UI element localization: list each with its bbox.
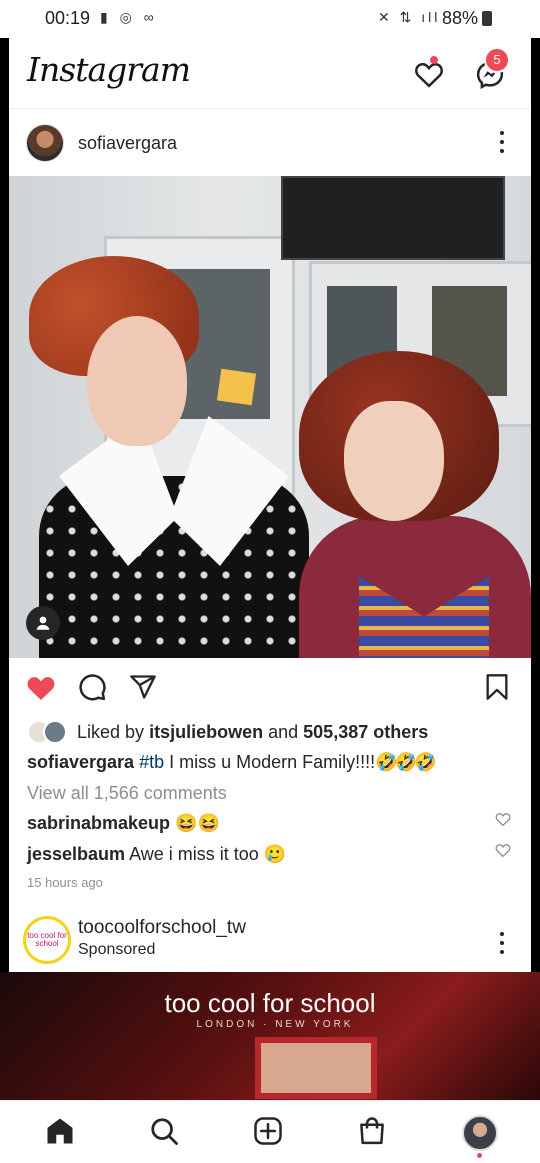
comment-icon <box>79 674 106 701</box>
photo-face <box>87 316 187 446</box>
more-dot <box>500 131 504 135</box>
avatar[interactable] <box>26 124 64 162</box>
post-username[interactable]: sofiavergara <box>78 133 177 154</box>
more-dot <box>500 941 504 945</box>
post-more-button[interactable] <box>499 131 505 153</box>
home-icon <box>47 1118 73 1144</box>
battery-level: 88% <box>442 8 479 28</box>
activity-button[interactable] <box>411 56 447 92</box>
caption-emoji: 🤣🤣🤣 <box>375 752 436 772</box>
shop-icon <box>360 1117 384 1145</box>
bookmark-icon <box>486 674 508 700</box>
heart-filled-icon <box>27 676 55 700</box>
liked-by-row[interactable]: Liked by itsjuliebowen and 505,387 other… <box>27 718 428 746</box>
notification-icons: ▮ ◎ ∞ <box>100 9 158 25</box>
post-header: sofiavergara <box>9 109 531 176</box>
comment-text: 😆😆 <box>175 813 220 833</box>
profile-notification-dot <box>477 1153 482 1158</box>
ad-product <box>255 1037 377 1099</box>
comment-item: sabrinabmakeup 😆😆 <box>27 813 220 834</box>
caption-text: I miss u Modern Family!!!! <box>169 752 376 772</box>
tagged-people-button[interactable] <box>26 606 60 640</box>
post-timestamp: 15 hours ago <box>27 875 103 890</box>
post-image[interactable] <box>9 176 531 658</box>
comment-like-icon[interactable] <box>495 811 511 827</box>
comment-username[interactable]: sabrinabmakeup <box>27 813 170 833</box>
share-icon <box>130 675 156 699</box>
save-button[interactable] <box>483 672 511 702</box>
ad-subtitle: LONDON · NEW YORK <box>196 1019 354 1030</box>
view-all-comments[interactable]: View all 1,566 comments <box>27 783 227 804</box>
liked-by-text: Liked by itsjuliebowen and 505,387 other… <box>77 722 428 743</box>
ad-brand: too cool for school <box>164 988 376 1018</box>
sponsor-avatar[interactable]: too cool for school <box>23 916 71 964</box>
nav-create[interactable] <box>252 1115 284 1147</box>
messages-badge: 5 <box>484 47 510 73</box>
add-icon <box>254 1117 282 1145</box>
like-button[interactable] <box>25 672 57 702</box>
battery-icon <box>482 11 492 26</box>
profile-avatar[interactable] <box>462 1115 498 1151</box>
sponsored-label: Sponsored <box>78 941 156 958</box>
status-time: 00:19 <box>45 8 91 28</box>
app-header: Instagram <box>9 38 531 109</box>
instagram-logo[interactable]: Instagram <box>27 50 191 89</box>
more-dot <box>500 950 504 954</box>
ad-image[interactable]: too cool for school LONDON · NEW YORK <box>0 972 540 1100</box>
comment-item: jesselbaum Awe i miss it too 🥲 <box>27 844 286 865</box>
comment-button[interactable] <box>77 672 107 702</box>
comment-text: Awe i miss it too 🥲 <box>129 844 287 864</box>
post-meta: Liked by itsjuliebowen and 505,387 other… <box>9 718 531 972</box>
more-dot <box>500 932 504 936</box>
photo-sticky-note <box>216 368 257 406</box>
comment-like-icon[interactable] <box>495 842 511 858</box>
photo-face <box>344 401 444 521</box>
sponsor-username[interactable]: toocoolforschool_tw <box>78 917 246 939</box>
search-icon <box>151 1118 178 1145</box>
liked-by-prefix: Liked by <box>77 721 145 742</box>
caption-username[interactable]: sofiavergara <box>27 752 134 772</box>
share-button[interactable] <box>127 672 159 702</box>
status-bar: 00:19 ▮ ◎ ∞ ✕ ⇅ ıll 88% <box>0 0 540 38</box>
signal-icons: ✕ ⇅ ıll <box>378 9 441 25</box>
heart-icon <box>415 62 443 88</box>
nav-shop[interactable] <box>356 1115 388 1147</box>
more-dot <box>500 149 504 153</box>
activity-dot <box>430 56 438 64</box>
more-dot <box>500 140 504 144</box>
post-actions <box>9 658 531 718</box>
bottom-nav <box>0 1100 540 1163</box>
person-icon <box>36 616 50 630</box>
liked-by-user[interactable]: itsjuliebowen <box>149 722 263 742</box>
post-caption: sofiavergara #tb I miss u Modern Family!… <box>27 752 436 773</box>
sponsor-more-button[interactable] <box>499 932 505 954</box>
liker-avatar <box>43 720 67 744</box>
nav-search[interactable] <box>148 1115 180 1147</box>
caption-hashtag[interactable]: #tb <box>139 752 164 772</box>
comment-username[interactable]: jesselbaum <box>27 844 125 864</box>
sponsor-avatar-text: too cool for school <box>27 931 67 948</box>
liked-by-count[interactable]: 505,387 others <box>303 722 428 742</box>
nav-home[interactable] <box>44 1115 76 1147</box>
liked-by-and: and <box>268 721 299 742</box>
photo-person <box>39 476 309 658</box>
photo-tv <box>281 176 505 260</box>
